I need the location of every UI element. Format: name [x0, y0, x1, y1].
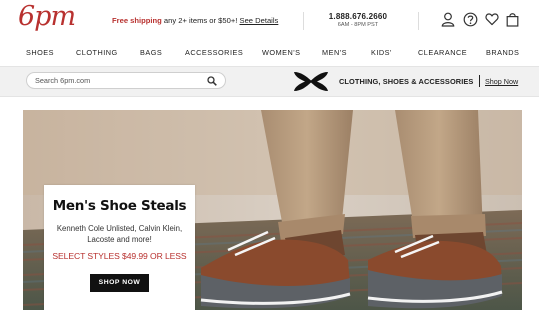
shop-now-button[interactable]: SHOP NOW: [90, 274, 149, 292]
cart-icon[interactable]: [506, 12, 519, 27]
divider: [418, 12, 419, 30]
phone-hours: 6AM - 8PM PST: [337, 22, 379, 28]
hero-price: SELECT STYLES $49.99 OR LESS: [52, 251, 187, 261]
nav-item-shoes[interactable]: SHOES: [26, 48, 54, 57]
shipping-promo: Free shipping any 2+ items or $50+! See …: [112, 16, 278, 25]
shipping-promo-highlight: Free shipping: [112, 16, 162, 25]
hero-promo-card: Men's Shoe Steals Kenneth Cole Unlisted,…: [44, 185, 195, 310]
brand-banner-text: CLOTHING, SHOES & ACCESSORIES: [339, 77, 474, 86]
divider: [479, 75, 480, 87]
nav-item-clearance[interactable]: CLEARANCE: [418, 48, 467, 57]
nav-item-accessories[interactable]: ACCESSORIES: [185, 48, 243, 57]
site-logo[interactable]: 6pm: [18, 1, 76, 32]
favorites-icon[interactable]: [485, 12, 499, 26]
phone-info: 1.888.676.2660 6AM - 8PM PST: [310, 12, 406, 28]
hero-title: Men's Shoe Steals: [52, 198, 187, 214]
brand-shop-now-link[interactable]: Shop Now: [485, 77, 518, 86]
nav-item-brands[interactable]: BRANDS: [486, 48, 519, 57]
search-band: CLOTHING, SHOES & ACCESSORIES Shop Now: [0, 66, 539, 97]
nav-item-bags[interactable]: BAGS: [140, 48, 162, 57]
phone-number[interactable]: 1.888.676.2660: [310, 12, 406, 21]
help-icon[interactable]: [463, 12, 478, 27]
see-details-link[interactable]: See Details: [240, 16, 279, 25]
under-armour-logo[interactable]: [293, 71, 329, 92]
search-input[interactable]: [35, 75, 205, 86]
search-icon[interactable]: [207, 76, 217, 86]
top-header: 6pm Free shipping any 2+ items or $50+! …: [0, 0, 539, 40]
shipping-promo-text: any 2+ items or $50+!: [163, 16, 238, 25]
hero-brands: Kenneth Cole Unlisted, Calvin Klein, Lac…: [56, 224, 183, 244]
search-box[interactable]: [26, 72, 226, 89]
divider: [303, 12, 304, 30]
main-nav: SHOES CLOTHING BAGS ACCESSORIES WOMEN'S …: [0, 46, 539, 62]
account-icon[interactable]: [441, 12, 455, 27]
nav-item-kids[interactable]: KIDS': [371, 48, 392, 57]
nav-item-mens[interactable]: MEN'S: [322, 48, 347, 57]
nav-item-clothing[interactable]: CLOTHING: [76, 48, 118, 57]
nav-item-womens[interactable]: WOMEN'S: [262, 48, 301, 57]
